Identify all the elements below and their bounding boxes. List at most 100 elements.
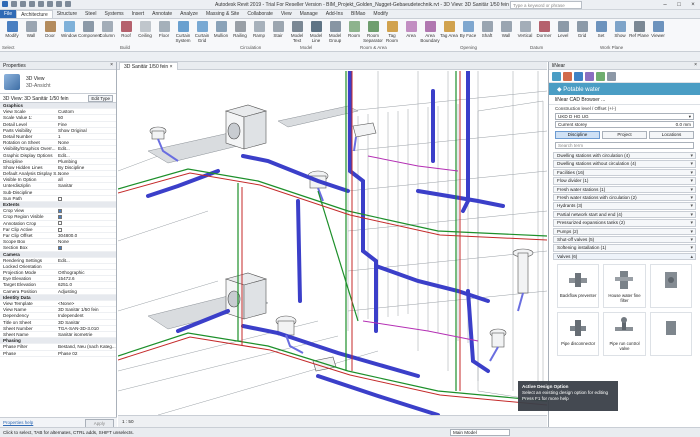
revit-logo-icon[interactable] [2, 1, 8, 7]
edit-type-button[interactable]: Edit Type [88, 95, 113, 102]
chevron-down-icon[interactable]: ▾ [690, 153, 693, 159]
current-storey-field[interactable]: Current storey 0.0 mm [555, 121, 694, 128]
tool-dormer[interactable]: Dormer [534, 21, 554, 38]
property-value[interactable]: Custom [58, 109, 74, 114]
property-value[interactable]: None [58, 171, 69, 176]
tab-insert[interactable]: Insert [128, 10, 149, 18]
property-value[interactable] [58, 227, 62, 232]
property-value[interactable] [58, 196, 62, 201]
property-value[interactable]: all [58, 177, 63, 182]
pipe-icon[interactable] [552, 72, 561, 81]
model-selector[interactable]: Main Model [450, 429, 510, 436]
category-item[interactable]: Hydrants (3) ▾ [553, 202, 696, 210]
redo-icon[interactable] [38, 1, 44, 7]
tool-component[interactable]: Component [78, 21, 101, 38]
valve-tile[interactable]: Pipe disconnector [557, 312, 600, 357]
category-item[interactable]: Fresh water stations with circulation (2… [553, 193, 696, 202]
tool-level[interactable]: Level [553, 21, 573, 38]
property-value[interactable]: 1 [58, 134, 61, 139]
tool-viewer[interactable]: Viewer [648, 21, 668, 38]
property-value[interactable]: <None> [58, 301, 74, 306]
category-item[interactable]: Softening installation (1) ▾ [553, 244, 696, 252]
chevron-down-icon[interactable]: ▾ [690, 220, 693, 226]
property-value[interactable] [58, 214, 62, 220]
chevron-down-icon[interactable]: ▾ [690, 237, 693, 243]
tool-modify[interactable]: Modify [2, 21, 22, 38]
instance-selector[interactable]: 3D View: 3D Sanitär 1/50 fein Edit Type [0, 94, 116, 103]
property-checkbox[interactable] [58, 227, 62, 232]
tool-stair[interactable]: Stair [268, 21, 288, 38]
close-icon[interactable]: × [110, 62, 113, 68]
tool-area[interactable]: Area [401, 21, 421, 38]
construction-level-select[interactable]: UKD D HG UG ▾ [555, 113, 694, 120]
tab-view[interactable]: View [277, 10, 296, 18]
tab-systems[interactable]: Systems [100, 10, 127, 18]
locations-button[interactable]: Locations [649, 131, 694, 139]
cad-browser-link[interactable]: liNear CAD Browser ... [549, 95, 700, 105]
valve-tile[interactable]: Backflow preventer [557, 264, 600, 309]
search-input[interactable]: Type a keyword or phrase [510, 1, 582, 9]
category-item[interactable]: Flow divider (1) ▾ [553, 177, 696, 185]
valve-tile[interactable]: Pipe run control valve [603, 312, 646, 357]
chevron-down-icon[interactable]: ▾ [690, 161, 693, 167]
property-value[interactable]: Show Original [58, 128, 87, 133]
property-value[interactable]: 15472.6 [58, 276, 75, 281]
property-value[interactable]: Fine [58, 122, 67, 127]
property-value[interactable]: 3D Sanitär 1/50 fein [58, 307, 99, 312]
property-value[interactable]: By Discipline [58, 165, 84, 170]
close-icon[interactable]: × [694, 62, 697, 68]
tool-model-text[interactable]: Model Text [287, 21, 307, 43]
tool-ceiling[interactable]: Ceiling [135, 21, 155, 38]
tool-window[interactable]: Window [59, 21, 79, 38]
property-checkbox[interactable] [58, 208, 62, 213]
property-checkbox[interactable] [58, 246, 62, 251]
category-item[interactable]: Pressurized expansions tanks (2) ▾ [553, 219, 696, 227]
property-value[interactable]: Edit... [58, 258, 70, 263]
plumbing-3d-model[interactable] [118, 71, 547, 415]
category-item[interactable]: Dwelling stations without circulation (4… [553, 160, 696, 168]
tool-room[interactable]: Room [344, 21, 364, 38]
save-icon[interactable] [20, 1, 26, 7]
property-value[interactable] [58, 221, 62, 226]
chevron-down-icon[interactable]: ▾ [690, 229, 693, 235]
tab-steel[interactable]: Steel [81, 10, 100, 18]
property-value[interactable]: Bestand, Neu (nach Kateg... [58, 344, 116, 349]
tool-model-line[interactable]: Model Line [306, 21, 326, 43]
property-value[interactable] [58, 208, 62, 213]
chevron-down-icon[interactable]: ▾ [690, 245, 693, 251]
tool-ramp[interactable]: Ramp [249, 21, 269, 38]
tab-structure[interactable]: Structure [53, 10, 81, 18]
properties-help-link[interactable]: Properties help [3, 420, 33, 425]
tool-roof[interactable]: Roof [116, 21, 136, 38]
tool-model-group[interactable]: Model Group [325, 21, 345, 43]
tab-architecture[interactable]: Architecture [16, 10, 53, 18]
tool-show[interactable]: Show [610, 21, 630, 38]
tab-modify[interactable]: Modify [369, 10, 392, 18]
property-checkbox[interactable] [58, 196, 62, 201]
property-value[interactable]: Sanitär isometrie [58, 332, 92, 337]
tab-file[interactable]: File [0, 10, 17, 18]
tool-grid[interactable]: Grid [572, 21, 592, 38]
property-value[interactable]: Plumbing [58, 159, 77, 164]
tab-analyze[interactable]: Analyze [176, 10, 202, 18]
tool-railing[interactable]: Railing [230, 21, 250, 38]
chevron-down-icon[interactable]: ▾ [690, 212, 693, 218]
tool-vertical[interactable]: Vertical [515, 21, 535, 38]
open-icon[interactable] [11, 1, 17, 7]
tool-wall[interactable]: Wall [496, 21, 516, 38]
category-item[interactable]: Pumps (2) ▾ [553, 227, 696, 235]
property-value[interactable]: None [58, 239, 69, 244]
property-value[interactable] [58, 245, 62, 251]
property-value[interactable]: Phase 02 [58, 351, 77, 356]
close-button[interactable]: × [686, 0, 700, 10]
chevron-down-icon[interactable]: ▾ [690, 203, 693, 209]
property-value[interactable]: 6251.0 [58, 282, 72, 287]
tool-tag-area[interactable]: Tag Area [439, 21, 459, 38]
property-value[interactable]: TGA-SAN-3D-3.010 [58, 326, 99, 331]
offset-value[interactable]: 0.0 mm [676, 122, 691, 127]
ventilation-icon[interactable] [596, 72, 605, 81]
tool-by-face[interactable]: By Face [458, 21, 478, 38]
category-item[interactable]: Valves (6) ▴ [553, 252, 696, 261]
tool-mullion[interactable]: Mullion [211, 21, 231, 38]
tab-add-ins[interactable]: Add-Ins [322, 10, 347, 18]
